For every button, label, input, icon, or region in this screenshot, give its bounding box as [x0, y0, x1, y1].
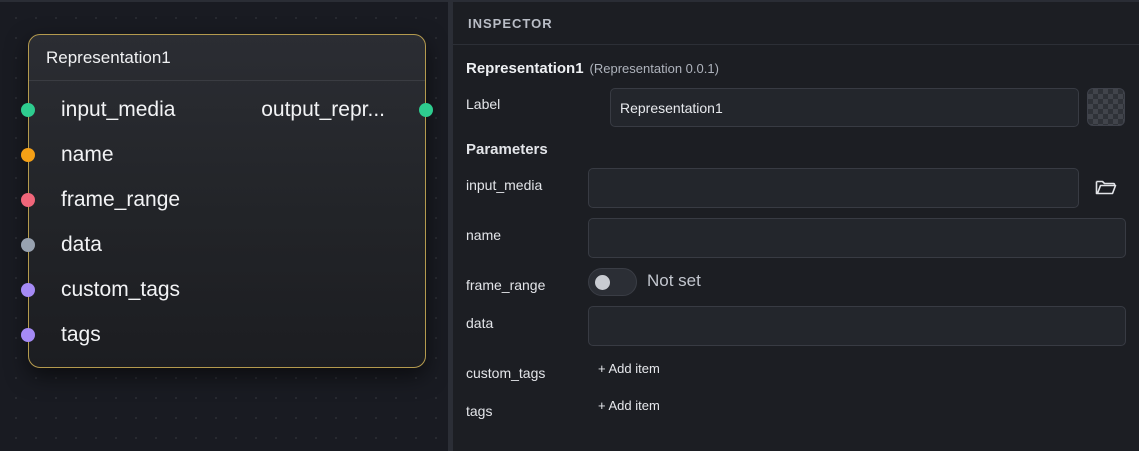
- input-port-label: tags: [61, 323, 101, 346]
- color-swatch-icon[interactable]: [1087, 88, 1125, 126]
- param-label-name: name: [466, 227, 502, 243]
- input-port-tags[interactable]: [21, 328, 35, 342]
- inspector-header: INSPECTOR: [453, 2, 1139, 45]
- input-port-name[interactable]: [21, 148, 35, 162]
- folder-icon: [1095, 180, 1117, 195]
- frame-range-toggle[interactable]: [588, 268, 637, 296]
- input-port-label: data: [61, 233, 102, 256]
- input-port-label: name: [61, 143, 114, 166]
- port-row-name: name: [21, 140, 425, 170]
- parameters-heading: Parameters: [466, 141, 548, 158]
- input-port-label: frame_range: [61, 188, 181, 211]
- input-port-custom-tags[interactable]: [21, 283, 35, 297]
- toggle-knob: [595, 275, 610, 290]
- label-caption: Label: [466, 96, 501, 112]
- node-name: Representation1: [466, 60, 584, 77]
- input-port-data[interactable]: [21, 238, 35, 252]
- representation-node[interactable]: Representation1 input_media output_repr.…: [21, 34, 433, 368]
- port-row-data: data: [21, 230, 425, 260]
- node-graph-canvas[interactable]: Representation1 input_media output_repr.…: [0, 0, 448, 451]
- output-port-label: output_repr...: [261, 98, 385, 121]
- param-label-tags: tags: [466, 403, 493, 419]
- port-row-tags: tags: [21, 320, 425, 350]
- inspector-node-title: Representation1 (Representation 0.0.1): [466, 60, 719, 78]
- port-row-frame-range: frame_range: [21, 185, 425, 215]
- output-port-output-repr[interactable]: [419, 103, 433, 117]
- inspector-panel: INSPECTOR Representation1 (Representation…: [453, 0, 1139, 451]
- input-port-input-media[interactable]: [21, 103, 35, 117]
- param-label-data: data: [466, 315, 494, 331]
- input-port-label: custom_tags: [61, 278, 181, 301]
- input-media-field[interactable]: [588, 168, 1079, 208]
- app-root: Representation1 input_media output_repr.…: [0, 0, 1139, 451]
- param-label-custom-tags: custom_tags: [466, 365, 546, 381]
- port-row-input-media: input_media output_repr...: [21, 95, 433, 125]
- param-label-input-media: input_media: [466, 177, 543, 193]
- param-label-frame-range: frame_range: [466, 277, 546, 293]
- frame-range-status: Not set: [647, 271, 701, 290]
- node-version: (Representation 0.0.1): [589, 61, 719, 76]
- node-title[interactable]: Representation1: [29, 35, 425, 81]
- input-port-frame-range[interactable]: [21, 193, 35, 207]
- custom-tags-add-item-button[interactable]: + Add item: [598, 361, 660, 376]
- tags-add-item-button[interactable]: + Add item: [598, 398, 660, 413]
- data-field[interactable]: [588, 306, 1126, 346]
- browse-folder-button[interactable]: [1094, 175, 1118, 199]
- label-input[interactable]: [610, 88, 1079, 127]
- port-row-custom-tags: custom_tags: [21, 275, 425, 305]
- name-field[interactable]: [588, 218, 1126, 258]
- input-port-label: input_media: [61, 98, 176, 121]
